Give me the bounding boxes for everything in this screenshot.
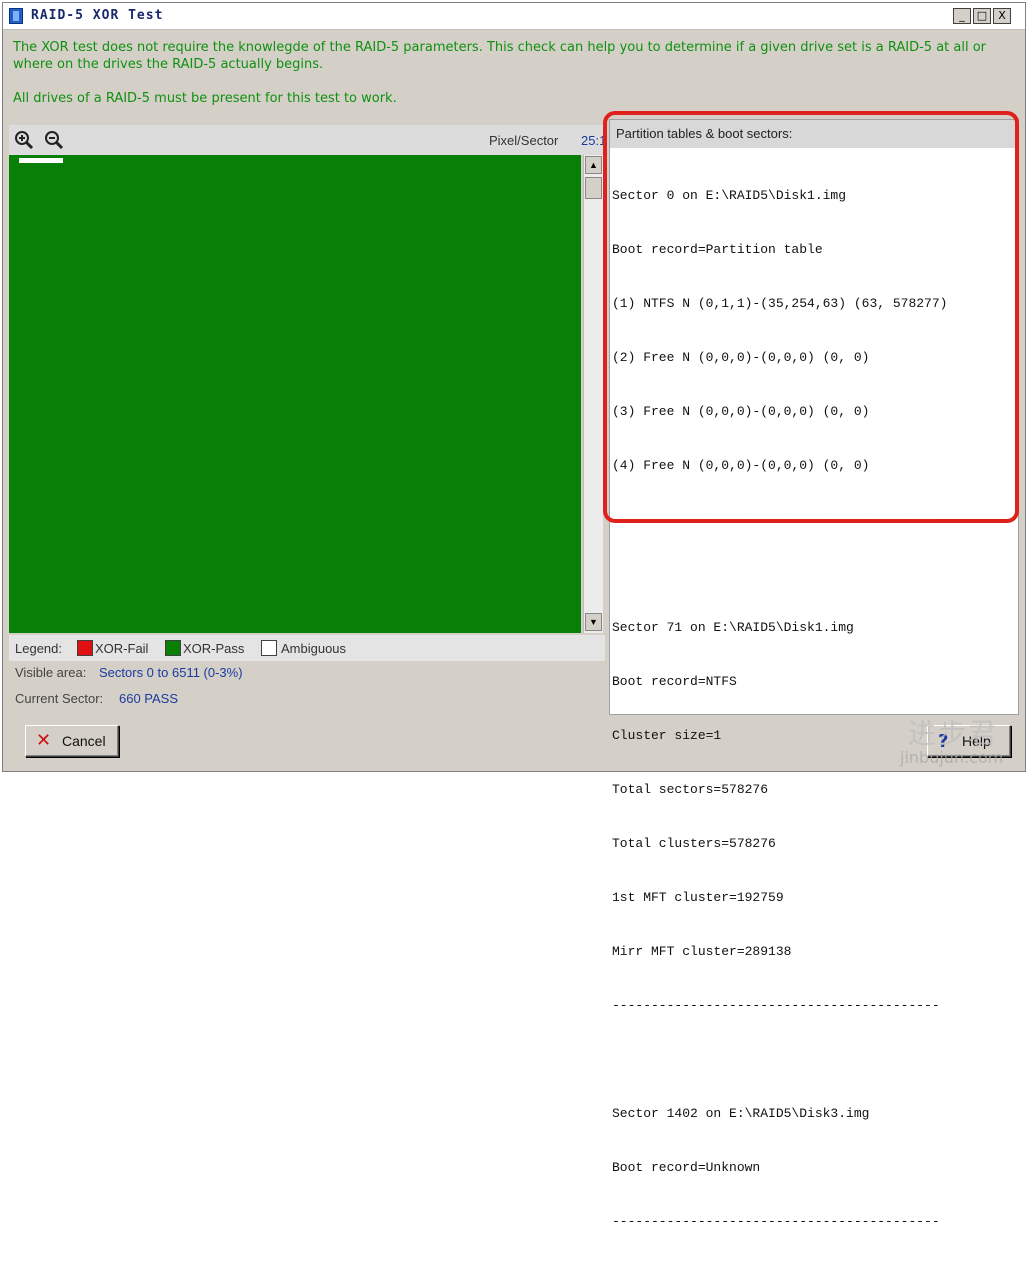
log-line: Boot record=Unknown xyxy=(612,1160,761,1175)
legend: Legend: XOR-Fail XOR-Pass Ambiguous xyxy=(9,635,605,661)
legend-label: Legend: xyxy=(15,641,62,656)
window-title: RAID-5 XOR Test xyxy=(31,8,164,23)
cancel-button[interactable]: ✕ Cancel xyxy=(25,725,119,757)
log-line: Total sectors=578276 xyxy=(612,782,769,797)
cancel-x-icon: ✕ xyxy=(36,730,52,751)
zoom-out-icon[interactable] xyxy=(43,129,65,151)
scroll-down-button[interactable]: ▼ xyxy=(585,613,602,631)
ambiguous-swatch xyxy=(261,640,277,656)
scroll-up-button[interactable]: ▲ xyxy=(585,156,602,174)
raid5-xor-test-window: RAID-5 XOR Test _ □ X The XOR test does … xyxy=(2,2,1026,1229)
current-sector-label: Current Sector: xyxy=(15,691,104,706)
xor-fail-label: XOR-Fail xyxy=(95,641,149,656)
red-highlight-box xyxy=(603,111,1019,523)
xor-pass-swatch xyxy=(165,640,181,656)
map-toolbar: Pixel/Sector 25:1 xyxy=(9,125,606,155)
watermark-url: jinbujun.com xyxy=(900,748,1004,767)
log-line: Boot record=NTFS xyxy=(612,674,737,689)
intro-line-1: The XOR test does not require the knowle… xyxy=(13,40,987,72)
intro-line-2: All drives of a RAID-5 must be present f… xyxy=(13,91,397,106)
ambiguous-label: Ambiguous xyxy=(281,641,347,656)
visible-area-value: Sectors 0 to 6511 (0-3%) xyxy=(99,665,243,680)
xor-fail-swatch xyxy=(77,640,93,656)
sector-map[interactable] xyxy=(9,155,581,633)
scroll-thumb[interactable] xyxy=(585,177,602,199)
log-separator: ----------------------------------------… xyxy=(612,1214,940,1229)
watermark-chinese: 进步君 xyxy=(908,717,999,750)
xor-pass-label: XOR-Pass xyxy=(183,641,245,656)
intro-text: The XOR test does not require the knowle… xyxy=(13,39,1013,107)
pixel-per-sector-label: Pixel/Sector xyxy=(489,133,559,148)
log-line: Total clusters=578276 xyxy=(612,836,776,851)
current-sector-marker xyxy=(19,158,63,163)
log-separator: ----------------------------------------… xyxy=(612,998,940,1013)
app-icon xyxy=(9,8,23,24)
zoom-in-icon[interactable] xyxy=(13,129,35,151)
minimize-button[interactable]: _ xyxy=(953,8,971,24)
cancel-label: Cancel xyxy=(62,733,106,749)
current-sector-value: 660 PASS xyxy=(119,691,179,706)
log-line: 1st MFT cluster=192759 xyxy=(612,890,784,905)
log-line: Sector 71 on E:\RAID5\Disk1.img xyxy=(612,620,854,635)
close-button[interactable]: X xyxy=(993,8,1011,24)
visible-area-label: Visible area: xyxy=(15,665,87,680)
button-bar: ✕ Cancel ? Help xyxy=(9,717,1019,767)
watermark: 进步君 jinbujun.com xyxy=(898,712,1022,772)
maximize-button[interactable]: □ xyxy=(973,8,991,24)
log-line: Sector 1402 on E:\RAID5\Disk3.img xyxy=(612,1106,870,1121)
visible-area-row: Visible area: Sectors 0 to 6511 (0-3%) xyxy=(9,661,605,685)
current-sector-row: Current Sector: 660 PASS xyxy=(9,687,605,711)
map-scrollbar[interactable]: ▲ ▼ xyxy=(583,155,603,633)
log-line: Mirr MFT cluster=289138 xyxy=(612,944,792,959)
title-bar[interactable]: RAID-5 XOR Test _ □ X xyxy=(3,3,1025,30)
